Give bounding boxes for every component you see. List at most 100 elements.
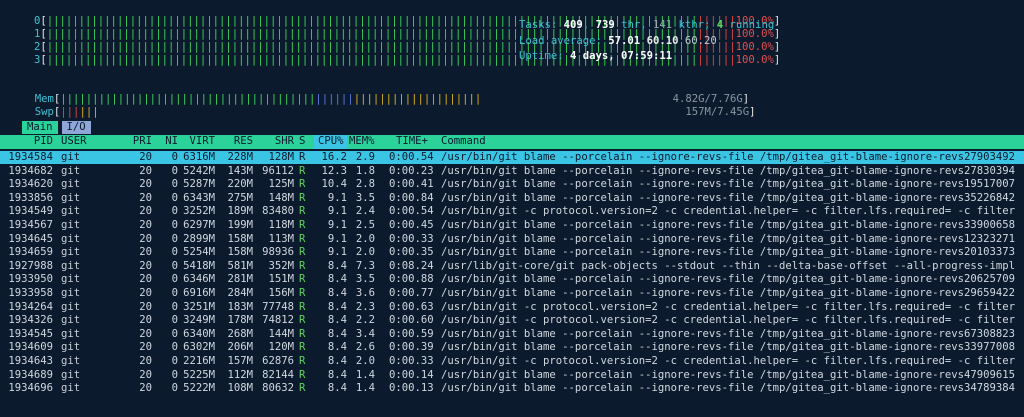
- cell-cpu: 12.3: [321, 164, 347, 177]
- table-row[interactable]: 1934643 git 20 0 2216M 157M 62876 R 8.4 2.0 0:00.3…: [0, 355, 1024, 368]
- table-row[interactable]: 1934326 git 20 0 3249M 178M 74812 R 8.4 2.2 0:00.6…: [0, 314, 1024, 327]
- cell-virt: 5225M: [183, 368, 215, 381]
- table-row[interactable]: 1934609 git 20 0 6302M 206M 120M R 8.4 2.6 0:00.39…: [0, 341, 1024, 354]
- tab-io[interactable]: I/O: [61, 121, 91, 134]
- cell-pid: 1934696: [8, 382, 53, 395]
- col-user[interactable]: USER: [61, 135, 87, 147]
- cell-pri: 20: [139, 382, 152, 395]
- cell-cpu: 8.4: [327, 287, 347, 299]
- cell-cmd: /usr/bin/git blame --porcelain --ignore-…: [441, 341, 1016, 354]
- cell-cmd: /usr/bin/git -c protocol.version=2 -c cr…: [441, 300, 1016, 313]
- cell-time: 0:00.59: [389, 327, 434, 340]
- cell-virt: 3252M: [183, 205, 215, 218]
- cell-user: git: [61, 287, 81, 299]
- cell-cmd: /usr/bin/git blame --porcelain --ignore-…: [441, 246, 1016, 259]
- cell-cmd: /usr/bin/git blame --porcelain --ignore-…: [441, 151, 1022, 163]
- cell-s: R: [299, 273, 306, 286]
- table-row[interactable]: 1934620 git 20 0 5287M 220M 125M R 10.4 2.8 0:00.4…: [0, 178, 1024, 191]
- cell-cmd: /usr/bin/git blame --porcelain --ignore-…: [441, 164, 1016, 177]
- cell-time: 0:00.41: [389, 178, 434, 191]
- cell-mem: 2.0: [355, 246, 375, 259]
- cell-s: R: [299, 355, 306, 367]
- cell-s: R: [299, 232, 306, 245]
- cell-pid: 1934609: [8, 341, 53, 354]
- cell-pri: 20: [139, 368, 152, 381]
- col-res[interactable]: RES: [215, 135, 253, 147]
- table-row[interactable]: 1934682 git 20 0 5242M 143M 96112 R 12.3 1.8 0:00.…: [0, 165, 1024, 178]
- cell-ni: 0: [171, 178, 178, 191]
- table-row[interactable]: 1934264 git 20 0 3251M 183M 77748 R 8.4 2.3 0:00.6…: [0, 301, 1024, 314]
- col-s[interactable]: S: [299, 135, 305, 147]
- table-row[interactable]: 1934659 git 20 0 5254M 158M 98936 R 9.1 2.0 0:00.3…: [0, 246, 1024, 259]
- col-virt[interactable]: VIRT: [178, 135, 215, 147]
- cell-time: 0:00.14: [389, 368, 434, 381]
- tasks-stat: Tasks: 409, 739 thr, 141 kthr; 4 running: [519, 19, 775, 31]
- column-header: PID USER PRI NI VIRT RES SHR S CPU% MEM%…: [0, 135, 1024, 149]
- table-row[interactable]: 1933856 git 20 0 6343M 275M 148M R 9.1 3.5 0:00.84…: [0, 192, 1024, 205]
- cell-mem: 1.4: [355, 368, 375, 381]
- cell-res: 284M: [227, 287, 253, 299]
- cell-cmd: /usr/bin/git blame --porcelain --ignore-…: [441, 287, 1016, 299]
- cell-shr: 83480: [262, 205, 294, 218]
- cell-shr: 82144: [262, 368, 294, 381]
- table-row[interactable]: 1934567 git 20 0 6297M 199M 118M R 9.1 2.5 0:00.45…: [0, 219, 1024, 232]
- cell-ni: 0: [171, 382, 178, 395]
- table-row[interactable]: 1934696 git 20 0 5222M 108M 80632 R 8.4 1.4 0:00.1…: [0, 382, 1024, 395]
- table-row[interactable]: 1934689 git 20 0 5225M 112M 82144 R 8.4 1.4 0:00.1…: [0, 369, 1024, 382]
- cell-res: 220M: [227, 178, 253, 191]
- cell-s: R: [299, 300, 306, 313]
- cell-cpu: 8.4: [327, 355, 347, 367]
- cell-cmd: /usr/bin/git -c protocol.version=2 -c cr…: [441, 205, 1016, 218]
- col-mem[interactable]: MEM%: [349, 135, 375, 147]
- col-ni[interactable]: NI: [152, 135, 178, 147]
- table-row[interactable]: 1933958 git 20 0 6916M 284M 156M R 8.4 3.6 0:00.77…: [0, 287, 1024, 300]
- cell-virt: 6340M: [183, 327, 215, 340]
- uptime-stat: Uptime: 4 days, 07:59:11: [519, 50, 673, 62]
- load5: 60.10: [646, 35, 679, 47]
- cell-pri: 20: [139, 300, 152, 313]
- cell-pid: 1934643: [8, 355, 53, 367]
- cell-pri: 20: [139, 164, 152, 177]
- cell-cpu: 16.2: [321, 151, 347, 163]
- col-cpu[interactable]: CPU%: [318, 135, 344, 147]
- cell-mem: 1.4: [355, 382, 375, 395]
- cell-user: git: [61, 164, 81, 177]
- cell-s: R: [299, 382, 306, 395]
- col-shr[interactable]: SHR: [253, 135, 294, 147]
- table-row[interactable]: 1934545 git 20 0 6340M 268M 144M R 8.4 3.4 0:00.59…: [0, 328, 1024, 341]
- cell-mem: 2.4: [355, 205, 375, 218]
- cell-cmd: /usr/lib/git-core/git pack-objects --std…: [441, 259, 1016, 272]
- col-pri[interactable]: PRI: [120, 135, 152, 147]
- col-pid[interactable]: PID: [0, 135, 53, 147]
- cell-shr: 80632: [262, 382, 294, 395]
- cell-user: git: [61, 382, 81, 395]
- cell-time: 0:00.77: [389, 287, 434, 299]
- cell-time: 0:00.60: [389, 314, 434, 327]
- cell-pid: 1934549: [8, 205, 53, 218]
- cell-pid: 1934545: [8, 327, 53, 340]
- table-row[interactable]: 1927988 git 20 0 5418M 581M 352M R 8.4 7.3 0:08.24…: [0, 260, 1024, 273]
- cell-shr: 77748: [262, 300, 294, 313]
- col-time[interactable]: TIME+: [396, 135, 428, 147]
- cell-ni: 0: [171, 273, 178, 286]
- cell-cmd: /usr/bin/git blame --porcelain --ignore-…: [441, 232, 1016, 245]
- cell-mem: 2.2: [355, 314, 375, 327]
- cell-time: 0:00.84: [389, 191, 434, 204]
- cell-ni: 0: [171, 355, 178, 367]
- table-row[interactable]: 1934645 git 20 0 2899M 158M 113M R 9.1 2.0 0:00.33…: [0, 233, 1024, 246]
- cell-virt: 5418M: [183, 259, 215, 272]
- cell-time: 0:00.54: [389, 151, 434, 163]
- cell-mem: 3.6: [355, 287, 375, 299]
- cell-shr: 125M: [268, 178, 294, 191]
- tab-main[interactable]: Main: [22, 121, 58, 134]
- table-row[interactable]: 1934549 git 20 0 3252M 189M 83480 R 9.1 2.4 0:00.5…: [0, 205, 1024, 218]
- cell-s: R: [299, 164, 306, 177]
- swp-label: Swp: [34, 106, 54, 118]
- table-row[interactable]: 1933950 git 20 0 6346M 281M 151M R 8.4 3.5 0:00.88…: [0, 273, 1024, 286]
- cell-pri: 20: [139, 191, 152, 204]
- table-row[interactable]: 1934584 git 20 0 6316M 228M 128M R 16.2 2.9 0:00.5…: [0, 151, 1024, 164]
- thr-count: 739: [595, 19, 615, 31]
- cell-mem: 2.9: [355, 151, 375, 163]
- cell-pri: 20: [139, 287, 152, 299]
- col-command[interactable]: Command: [441, 135, 486, 147]
